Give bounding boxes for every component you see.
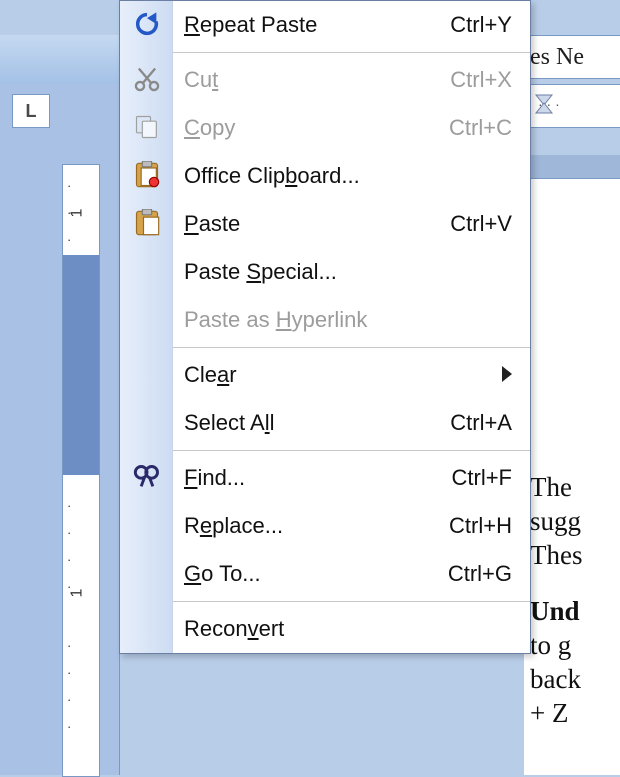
clipboard-icon <box>133 161 161 189</box>
left-gutter <box>0 84 56 775</box>
menu-item-office-clip[interactable]: Office Clipboard... <box>120 152 530 200</box>
menu-item-label: Reconvert <box>184 616 284 641</box>
menu-item-label: Paste as Hyperlink <box>184 307 367 332</box>
menu-item-replace[interactable]: Replace... Ctrl+H <box>120 502 530 550</box>
paste-icon <box>133 209 161 237</box>
vertical-ruler[interactable]: ···· 1 ···· 1 ···· <box>62 164 100 777</box>
menu-item-clear[interactable]: Clear <box>120 351 530 399</box>
menu-item-paste[interactable]: Paste Ctrl+V <box>120 200 530 248</box>
ruler-number: 1 <box>69 589 85 598</box>
doc-line: + Z <box>530 696 620 730</box>
menu-item-paste-special[interactable]: Paste Special... <box>120 248 530 296</box>
ruler-number: 1 <box>69 209 85 218</box>
menu-item-label: Copy <box>184 115 235 140</box>
copy-icon <box>133 113 161 141</box>
menu-item-shortcut: Ctrl+V <box>450 211 512 237</box>
menu-item-label: Replace... <box>184 513 283 538</box>
menu-item-select-all[interactable]: Select All Ctrl+A <box>120 399 530 447</box>
menu-item-repeat-paste[interactable]: Repeat Paste Ctrl+Y <box>120 1 530 49</box>
menu-separator <box>172 347 530 348</box>
menu-separator <box>172 601 530 602</box>
doc-line-bold: Und <box>530 596 580 626</box>
menu-item-shortcut: Ctrl+Y <box>450 12 512 38</box>
ruler-origin-label: L <box>26 102 37 120</box>
horizontal-ruler-fragment: · · · <box>529 84 620 128</box>
menu-item-shortcut: Ctrl+G <box>448 561 512 587</box>
doc-line: to g <box>530 628 620 662</box>
menu-item-label: Paste <box>184 211 240 236</box>
menu-item-reconvert[interactable]: Reconvert <box>120 605 530 653</box>
menu-item-label: Office Clipboard... <box>184 163 360 188</box>
menu-item-label: Paste Special... <box>184 259 337 284</box>
menu-item-shortcut: Ctrl+H <box>449 513 512 539</box>
doc-line: back <box>530 662 620 696</box>
menu-item-find[interactable]: Find... Ctrl+F <box>120 454 530 502</box>
doc-line: sugg <box>530 504 620 538</box>
menu-separator <box>172 52 530 53</box>
cut-icon <box>133 65 161 93</box>
doc-top-shadow <box>530 155 620 178</box>
menu-separator <box>172 450 530 451</box>
document-text-fragment: The sugg Thes Und to g back + Z <box>524 470 620 775</box>
doc-line: The <box>530 470 620 504</box>
menu-item-goto[interactable]: Go To... Ctrl+G <box>120 550 530 598</box>
menu-item-shortcut: Ctrl+C <box>449 115 512 141</box>
menu-item-label: Repeat Paste <box>184 12 317 37</box>
ruler-origin-box[interactable]: L <box>12 94 50 128</box>
font-family-selector[interactable]: es Ne <box>521 35 620 79</box>
find-icon <box>133 463 161 491</box>
repeat-icon <box>133 10 161 38</box>
menu-item-label: Clear <box>184 362 237 387</box>
menu-item-shortcut: Ctrl+A <box>450 410 512 436</box>
menu-item-label: Go To... <box>184 561 261 586</box>
menu-item-label: Cut <box>184 67 218 92</box>
indent-marker-icon[interactable] <box>532 91 556 115</box>
menu-item-paste-link: Paste as Hyperlink <box>120 296 530 344</box>
menu-item-shortcut: Ctrl+X <box>450 67 512 93</box>
menu-item-label: Select All <box>184 410 275 435</box>
menu-item-cut: Cut Ctrl+X <box>120 56 530 104</box>
edit-menu: Repeat Paste Ctrl+Y Cut Ctrl+X Copy Ctrl+C Off… <box>119 0 531 654</box>
menu-item-copy: Copy Ctrl+C <box>120 104 530 152</box>
ruler-selection <box>63 255 99 475</box>
submenu-arrow-icon <box>502 366 512 382</box>
menu-item-label: Find... <box>184 465 245 490</box>
doc-line: Thes <box>530 538 620 572</box>
menu-item-shortcut: Ctrl+F <box>452 465 513 491</box>
